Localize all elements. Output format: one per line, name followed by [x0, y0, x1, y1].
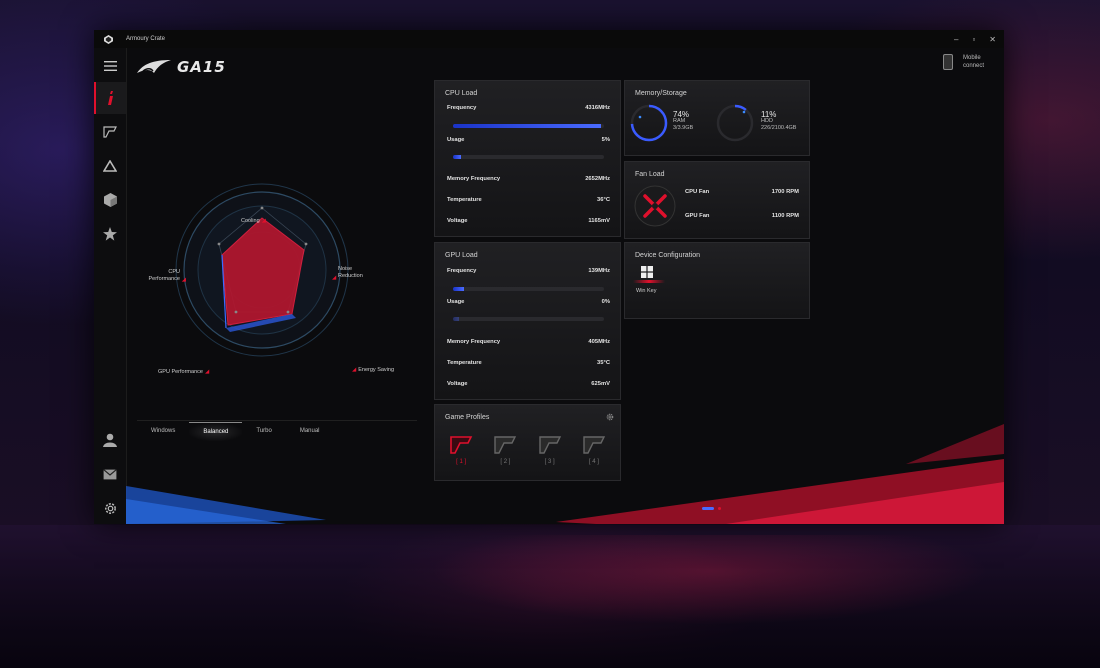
box-icon	[103, 193, 117, 207]
app-window: Armoury Crate – ▫ ✕ GA15 Mobile connect …	[94, 30, 1004, 524]
gpu-card-title: GPU Load	[445, 252, 478, 259]
cpu-frequency-row: Frequency 4316MHz	[447, 105, 610, 111]
rog-eye-icon	[137, 60, 171, 73]
mode-tab-turbo[interactable]: Turbo	[242, 422, 285, 440]
cpu-frequency-fill	[453, 124, 601, 128]
gpu-mem-freq-row: Memory Frequency 405MHz	[447, 339, 610, 345]
cpu-card-title: CPU Load	[445, 90, 478, 97]
user-icon	[103, 433, 117, 447]
cpu-fan-row: CPU Fan 1700 RPM	[685, 189, 799, 195]
profile-1-icon	[450, 436, 473, 454]
game-profiles-card: Game Profiles [ 1 ] [ 2 ] [ 3 ] [ 4 ]	[434, 404, 621, 481]
gear-icon	[104, 502, 116, 514]
radar-label-energy: ◢ Energy Saving	[352, 367, 395, 373]
ram-gauge	[630, 104, 668, 142]
fan-card-title: Fan Load	[635, 171, 665, 178]
mobile-connect-label: Mobile connect	[962, 55, 984, 69]
performance-radar: Cooling ◢ ◢ Noise Reduction ◢ Energy Saving…	[136, 180, 396, 390]
maximize-button[interactable]: ▫	[972, 35, 975, 44]
mode-tab-balanced[interactable]: Balanced	[189, 421, 243, 441]
sidebar-item-news[interactable]	[94, 458, 126, 490]
memory-card-title: Memory/Storage	[635, 90, 687, 97]
gpu-frequency-row: Frequency 139MHz	[447, 268, 610, 274]
radar-label-noise: ◢ Noise Reduction	[332, 266, 363, 281]
gpu-frequency-bar	[453, 287, 604, 291]
cpu-usage-fill	[453, 155, 461, 159]
sidebar-item-featured[interactable]	[94, 218, 126, 250]
win-key-indicator	[633, 280, 665, 283]
profile-3-icon	[538, 436, 561, 454]
model-name: GA15	[177, 58, 226, 76]
profile-slot-2[interactable]: [ 2 ]	[493, 435, 517, 465]
minimize-button[interactable]: –	[954, 35, 958, 44]
sidebar-item-gamevisual[interactable]	[94, 116, 126, 148]
radar-label-cooling: Cooling ◢	[241, 218, 266, 224]
gpu-fan-row: GPU Fan 1100 RPM	[685, 213, 799, 219]
gpu-usage-fill	[453, 317, 460, 321]
hdd-stats: 11% HDD 226/2100.4GB	[761, 110, 797, 132]
game-profiles-title: Game Profiles	[445, 414, 490, 421]
floor-reflection	[430, 535, 990, 625]
radar-label-cpu: CPU Performance ◢	[148, 269, 187, 283]
mode-tab-manual[interactable]: Manual	[286, 422, 334, 440]
cpu-mem-freq-row: Memory Frequency 2652MHz	[447, 176, 610, 182]
aura-icon	[103, 160, 117, 172]
star-icon	[103, 227, 117, 241]
profile-4-icon	[583, 436, 606, 454]
gamevisual-icon	[103, 126, 117, 138]
profiles-settings-icon[interactable]	[606, 413, 614, 421]
app-logo-icon	[104, 34, 113, 44]
profile-slot-3[interactable]: [ 3 ]	[538, 435, 562, 465]
ram-stats: 74% RAM 3/3.9GB	[673, 110, 694, 132]
radar-chart	[175, 183, 349, 357]
background-floor	[0, 525, 1100, 668]
mail-icon	[103, 468, 117, 479]
cpu-temp-row: Temperature 36°C	[447, 197, 610, 203]
phone-icon	[942, 54, 953, 70]
cpu-voltage-row: Voltage 1165mV	[447, 218, 610, 224]
title-bar: Armoury Crate – ▫ ✕	[94, 30, 1004, 48]
sidebar-item-aura[interactable]	[94, 150, 126, 182]
sidebar-item-devices[interactable]	[94, 184, 126, 216]
device-card-title: Device Configuration	[635, 252, 700, 259]
sidebar-item-home[interactable]	[94, 82, 126, 114]
window-title: Armoury Crate	[126, 36, 166, 42]
gpu-voltage-row: Voltage 625mV	[447, 381, 610, 387]
close-button[interactable]: ✕	[989, 35, 996, 44]
fan-load-card[interactable]: Fan Load CPU Fan 1700 RPM GPU Fan 1100 RPM	[624, 161, 810, 239]
profile-slot-4[interactable]: [ 4 ]	[582, 435, 606, 465]
profile-2-icon	[494, 436, 517, 454]
gpu-load-card[interactable]: GPU Load Frequency 139MHz Usage 0% Memory …	[434, 242, 621, 400]
menu-icon[interactable]	[94, 50, 126, 82]
win-key-toggle[interactable]: Win Key	[633, 265, 665, 297]
radar-label-gpu: GPU Performance ◢	[158, 369, 210, 375]
page-dot[interactable]	[718, 507, 721, 510]
sidebar-item-user[interactable]	[94, 424, 126, 456]
operating-mode-tabs: Windows Balanced Turbo Manual	[137, 420, 417, 441]
windows-icon	[641, 266, 653, 278]
gpu-usage-bar	[453, 317, 604, 321]
gpu-usage-row: Usage 0%	[447, 299, 610, 305]
device-config-card[interactable]: Device Configuration Win Key	[624, 242, 810, 319]
gpu-frequency-fill	[453, 287, 464, 291]
memory-storage-card[interactable]: Memory/Storage 74% RAM 3/3.9GB 11% HDD 2…	[624, 80, 810, 156]
rog-logo: GA15	[137, 58, 226, 76]
gpu-temp-row: Temperature 35°C	[447, 360, 610, 366]
hdd-gauge	[716, 104, 754, 142]
win-key-label: Win Key	[636, 288, 657, 294]
cpu-usage-bar	[453, 155, 604, 159]
fan-icon	[634, 185, 676, 227]
info-icon	[108, 91, 113, 105]
cpu-frequency-bar	[453, 124, 604, 128]
mobile-connect[interactable]: Mobile connect	[942, 54, 984, 70]
sidebar	[94, 48, 127, 524]
profile-slot-1[interactable]: [ 1 ]	[449, 435, 473, 465]
page-indicator	[702, 507, 721, 510]
cpu-usage-row: Usage 5%	[447, 137, 610, 143]
page-dot-active[interactable]	[702, 507, 714, 510]
mode-tab-windows[interactable]: Windows	[137, 422, 189, 440]
sidebar-item-settings[interactable]	[94, 492, 126, 524]
cpu-load-card[interactable]: CPU Load Frequency 4316MHz Usage 5% Memory…	[434, 80, 621, 237]
